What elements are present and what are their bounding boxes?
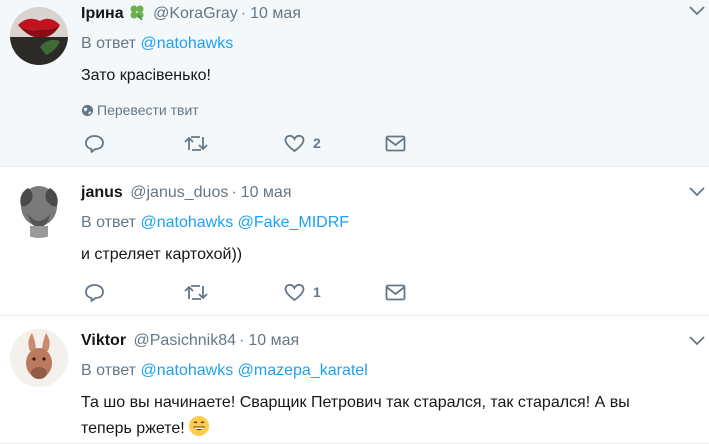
heart-icon [284, 283, 305, 301]
avatar[interactable] [10, 329, 68, 387]
tweet-timestamp[interactable]: 10 мая [241, 184, 292, 201]
avatar[interactable] [10, 7, 68, 65]
tweet-text-line: Та шо вы начинаете! Сварщик Петрович так… [81, 394, 630, 411]
mention-link[interactable]: @Fake_MIDRF [238, 214, 349, 231]
reply-button[interactable] [84, 281, 105, 303]
separator-dot: · [240, 5, 247, 22]
tweet-text: Зато красівенько! [81, 67, 211, 84]
user-handle[interactable]: @janus_duos [130, 184, 228, 201]
envelope-icon [385, 284, 406, 300]
user-handle[interactable]: @KoraGray [153, 5, 238, 22]
reply-icon [85, 134, 104, 153]
reply-context: В ответ @natohawks @Fake_MIDRF [81, 213, 709, 233]
tweet-1[interactable]: Ірина @KoraGray · 10 мая В ответ @natohawk… [0, 0, 709, 167]
tweet-text: и стреляет картохой)) [81, 246, 243, 263]
reply-button[interactable] [84, 132, 105, 154]
tweet-text-line: теперь ржете! [81, 415, 709, 441]
mention-link[interactable]: @natohawks [140, 35, 233, 52]
tweet-text: Та шо вы начинаете! Сварщик Петрович так… [81, 391, 709, 441]
reply-prefix: В ответ [81, 214, 137, 231]
separator-dot: · [231, 184, 237, 201]
separator-dot: · [239, 332, 245, 349]
avatar[interactable] [10, 180, 68, 238]
retweet-button[interactable] [184, 281, 208, 303]
like-count: 1 [313, 284, 321, 300]
user-handle[interactable]: @Pasichnik84 [134, 332, 237, 349]
user-fullname[interactable]: Ірина [81, 5, 124, 22]
retweet-button[interactable] [184, 132, 208, 154]
tweet-2[interactable]: janus @janus_duos · 10 мая В ответ @natoha… [0, 167, 709, 316]
reply-context: В ответ @natohawks @mazepa_karatel [81, 361, 709, 381]
mention-link[interactable]: @natohawks [140, 362, 233, 379]
direct-message-button[interactable] [385, 281, 406, 303]
translate-label[interactable]: Перевести твит [97, 102, 199, 118]
user-fullname[interactable]: janus [81, 184, 123, 201]
heart-icon [284, 134, 305, 152]
grinning-face-emoji [188, 416, 209, 436]
user-fullname[interactable]: Viktor [81, 332, 126, 349]
tweet-timestamp[interactable]: 10 мая [250, 5, 301, 22]
like-count: 2 [313, 135, 321, 151]
reply-prefix: В ответ [81, 362, 137, 379]
like-button[interactable]: 2 [284, 132, 321, 154]
direct-message-button[interactable] [385, 132, 406, 154]
reply-prefix: В ответ [81, 35, 137, 52]
mention-link[interactable]: @mazepa_karatel [238, 362, 368, 379]
tweet-3[interactable]: Viktor @Pasichnik84 · 10 мая В ответ @nato… [0, 316, 709, 444]
tweet-text-fragment: теперь ржете! [81, 420, 185, 437]
retweet-icon [184, 135, 208, 151]
mention-link[interactable]: @natohawks [140, 214, 233, 231]
reply-icon [85, 283, 104, 302]
translate-link[interactable]: Перевести твит [81, 101, 709, 119]
globe-icon [81, 104, 94, 117]
four-leaf-clover-icon [130, 5, 144, 21]
reply-context: В ответ @natohawks [81, 34, 709, 54]
retweet-icon [184, 284, 208, 300]
like-button[interactable]: 1 [284, 281, 321, 303]
envelope-icon [385, 135, 406, 151]
tweet-timestamp[interactable]: 10 мая [248, 332, 299, 349]
